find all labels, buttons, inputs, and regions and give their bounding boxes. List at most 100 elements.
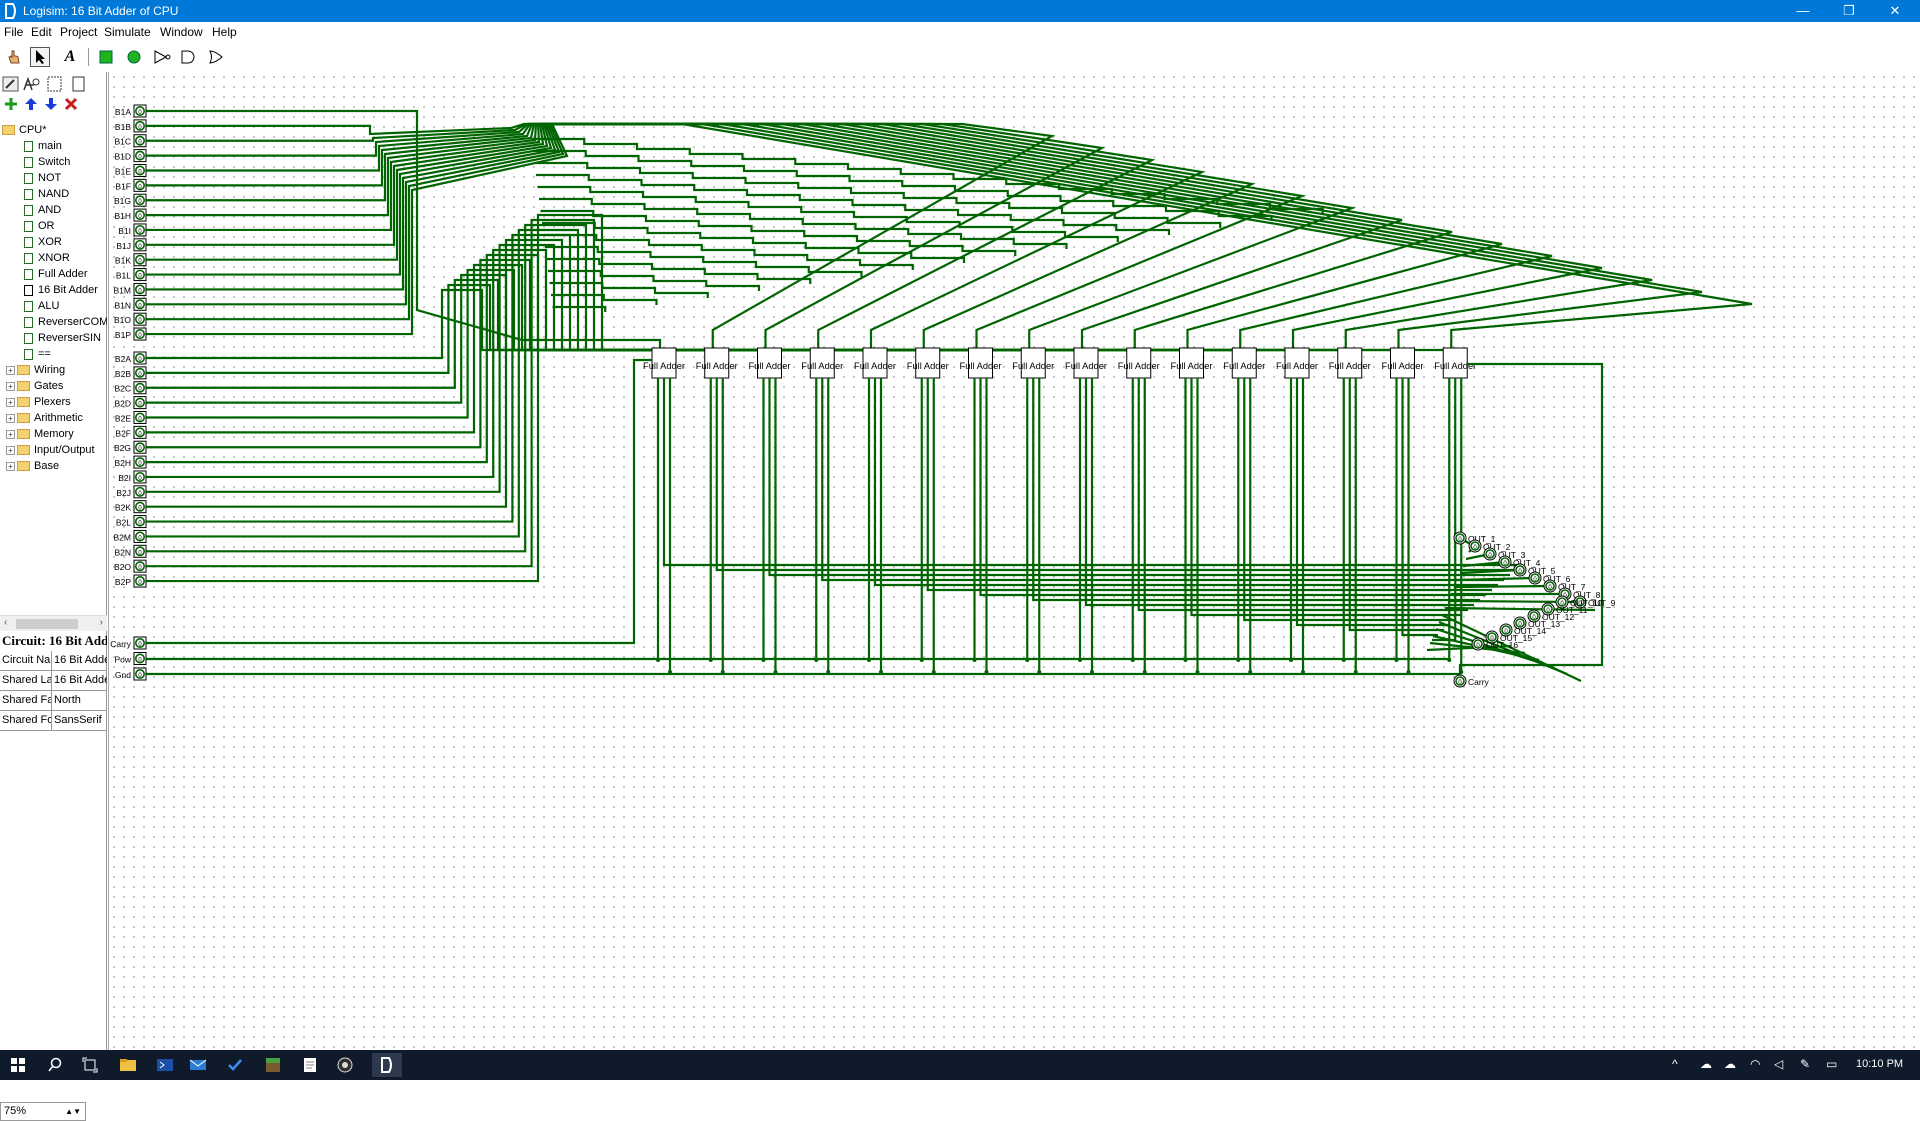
circuit-label: ReverserCOM (38, 316, 107, 328)
attr-value[interactable]: 16 Bit Adder (52, 651, 107, 670)
chevron-up-icon[interactable]: ^ (1672, 1057, 1678, 1071)
file-explorer-icon[interactable] (113, 1053, 143, 1077)
logisim-icon[interactable] (372, 1053, 402, 1077)
attr-value[interactable]: 16 Bit Adder (52, 671, 107, 690)
onedrive-icon[interactable]: ☁ (1724, 1057, 1736, 1071)
tree-circuit-main[interactable]: main (24, 138, 62, 154)
expand-icon[interactable]: + (6, 365, 15, 375)
tree-circuit--[interactable]: == (24, 346, 51, 362)
tree-circuit-16-bit-adder[interactable]: 16 Bit Adder (24, 282, 98, 298)
expand-icon[interactable]: + (6, 445, 15, 455)
tree-circuit-nand[interactable]: NAND (24, 186, 69, 202)
minimize-button[interactable]: — (1780, 0, 1826, 22)
close-button[interactable]: ✕ (1872, 0, 1918, 22)
tree-library-arithmetic[interactable]: + Arithmetic (6, 410, 83, 426)
menu-window[interactable]: Window (160, 25, 203, 39)
output-pin-label: OUT_16 (1486, 640, 1518, 650)
edit-appearance-icon[interactable] (70, 76, 88, 92)
todo-icon[interactable] (220, 1053, 250, 1077)
circuit-canvas[interactable]: Full Adder Full Adder Full Adder Full Adder… (108, 72, 1920, 1050)
scrollbar-thumb[interactable] (16, 619, 78, 629)
tree-root-project[interactable]: CPU* (2, 122, 47, 138)
tree-circuit-not[interactable]: NOT (24, 170, 61, 186)
taskbar-clock[interactable]: 10:10 PM (1856, 1058, 1906, 1070)
tree-circuit-and[interactable]: AND (24, 202, 61, 218)
tree-circuit-xor[interactable]: XOR (24, 234, 62, 250)
obs-icon[interactable] (330, 1053, 360, 1077)
tree-horizontal-scrollbar[interactable]: ‹ › (0, 615, 107, 631)
select-arrow-icon[interactable] (30, 47, 50, 67)
tree-circuit-switch[interactable]: Switch (24, 154, 70, 170)
tree-circuit-alu[interactable]: ALU (24, 298, 59, 314)
attr-value[interactable]: SansSerif (52, 711, 107, 730)
wire (146, 258, 990, 449)
input-pin-icon[interactable] (96, 47, 116, 67)
and-gate-icon[interactable] (178, 47, 198, 67)
maximize-button[interactable]: ❐ (1826, 0, 1872, 22)
menu-simulate[interactable]: Simulate (104, 25, 151, 39)
output-pin-icon[interactable] (124, 47, 144, 67)
menu-file[interactable]: File (4, 25, 23, 39)
text-tool-icon[interactable]: A (60, 47, 80, 67)
tree-library-memory[interactable]: + Memory (6, 426, 74, 442)
tree-library-plexers[interactable]: + Plexers (6, 394, 71, 410)
powershell-icon[interactable] (150, 1053, 180, 1077)
scroll-right-icon[interactable]: › (100, 617, 103, 628)
full-adder-label: Full Adder (801, 361, 843, 371)
tree-circuit-or[interactable]: OR (24, 218, 55, 234)
circuit-diagram[interactable]: Full Adder Full Adder Full Adder Full Adder… (109, 72, 1920, 1050)
add-circuit-icon[interactable] (2, 96, 20, 112)
tree-library-gates[interactable]: + Gates (6, 378, 63, 394)
menu-help[interactable]: Help (212, 25, 237, 39)
hand-poke-icon[interactable] (4, 47, 24, 67)
attr-row[interactable]: Shared FontSansSerif (0, 711, 107, 731)
tree-library-wiring[interactable]: + Wiring (6, 362, 65, 378)
notepad-icon[interactable] (295, 1053, 325, 1077)
edit-layout-icon[interactable] (46, 76, 64, 92)
or-gate-icon[interactable] (206, 47, 226, 67)
onedrive-icon[interactable]: ☁ (1700, 1057, 1712, 1071)
scroll-left-icon[interactable]: ‹ (4, 617, 7, 628)
keyboard-icon[interactable]: ▭ (1826, 1057, 1837, 1071)
attr-row[interactable]: Shared Label16 Bit Adder (0, 671, 107, 691)
expand-icon[interactable]: + (6, 429, 15, 439)
volume-icon[interactable]: ◁ (1774, 1057, 1783, 1071)
project-name: CPU* (19, 124, 47, 136)
expand-icon[interactable]: + (6, 413, 15, 423)
tree-circuit-reversersin[interactable]: ReverserSIN (24, 330, 101, 346)
expand-icon[interactable]: + (6, 381, 15, 391)
expand-icon[interactable]: + (6, 461, 15, 471)
not-gate-icon[interactable] (152, 47, 172, 67)
wifi-icon[interactable]: ◠ (1750, 1057, 1760, 1071)
delete-circuit-icon[interactable] (62, 96, 80, 112)
spinner-icon[interactable]: ▲▼ (65, 1103, 81, 1120)
simulation-tree-icon[interactable] (22, 76, 40, 92)
full-adder-label: Full Adder (1171, 361, 1213, 371)
move-down-icon[interactable] (42, 96, 60, 112)
menu-edit[interactable]: Edit (31, 25, 52, 39)
move-up-icon[interactable] (22, 96, 40, 112)
start-icon[interactable] (3, 1053, 33, 1077)
tree-library-base[interactable]: + Base (6, 458, 59, 474)
zoom-value: 75% (4, 1105, 27, 1117)
attr-row[interactable]: Shared FacingNorth (0, 691, 107, 711)
circuit-icon (24, 316, 33, 328)
library-label: Base (34, 460, 60, 472)
attr-value[interactable]: North (52, 691, 107, 710)
minecraft-icon[interactable] (258, 1053, 288, 1077)
pen-icon[interactable]: ✎ (1800, 1057, 1810, 1071)
task-view-icon[interactable] (75, 1053, 105, 1077)
tree-circuit-xnor[interactable]: XNOR (24, 250, 70, 266)
tree-library-input-output[interactable]: + Input/Output (6, 442, 95, 458)
expand-icon[interactable]: + (6, 397, 15, 407)
zoom-select[interactable]: 75% ▲▼ (0, 1102, 86, 1121)
menu-project[interactable]: Project (60, 25, 97, 39)
search-icon[interactable] (40, 1053, 70, 1077)
input-pin-label: B1H (114, 211, 131, 221)
input-pin-label: B2J (116, 488, 131, 498)
attr-row[interactable]: Circuit Name16 Bit Adder (0, 651, 107, 671)
tree-circuit-full-adder[interactable]: Full Adder (24, 266, 88, 282)
tree-circuit-reversercom[interactable]: ReverserCOM (24, 314, 107, 330)
mail-icon[interactable] (183, 1053, 213, 1077)
toolbox-view-icon[interactable] (2, 76, 20, 92)
